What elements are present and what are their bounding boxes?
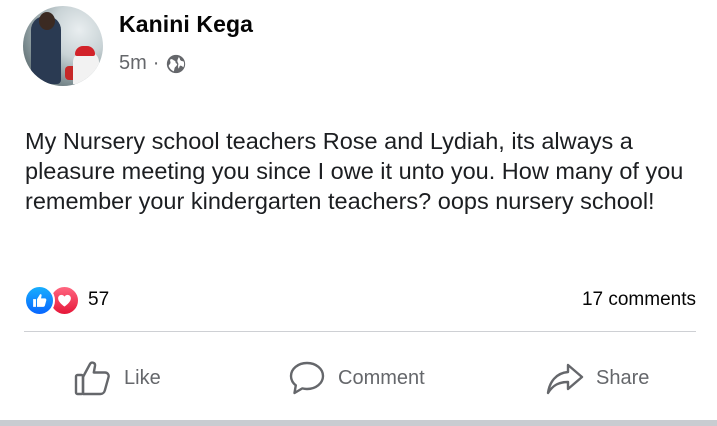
meta-separator: · [152, 52, 160, 74]
reaction-icons [24, 284, 80, 316]
share-arrow-icon [544, 357, 586, 399]
post-meta: 5m · [119, 52, 253, 75]
speech-bubble-icon [286, 357, 328, 399]
like-label: Like [124, 366, 161, 389]
share-label: Share [596, 366, 650, 389]
author-avatar[interactable] [23, 6, 103, 86]
comment-button[interactable]: Comment [286, 352, 425, 404]
divider [24, 331, 696, 332]
avatar-person-head [39, 12, 55, 30]
globe-icon[interactable] [165, 53, 187, 75]
header-text: Kanini Kega 5m · [119, 6, 253, 86]
reaction-count: 57 [88, 289, 110, 310]
feed-separator-bar [0, 420, 717, 426]
post-timestamp[interactable]: 5m [119, 52, 147, 75]
comments-count[interactable]: 17 comments [582, 289, 696, 311]
post-text: My Nursery school teachers Rose and Lydi… [25, 128, 684, 214]
reactions-row: 57 17 comments [24, 284, 696, 316]
avatar-red-cap [75, 46, 95, 56]
thumbs-up-icon [72, 357, 114, 399]
action-bar: Like Comment Share [0, 352, 717, 404]
author-name[interactable]: Kanini Kega [119, 11, 253, 38]
comment-label: Comment [338, 366, 425, 389]
avatar-person-white-shirt [73, 52, 99, 84]
post-header: Kanini Kega 5m · [23, 6, 253, 86]
reaction-summary[interactable]: 57 [24, 284, 110, 316]
share-button[interactable]: Share [544, 352, 649, 404]
like-button[interactable]: Like [72, 352, 161, 404]
like-reaction-icon [24, 284, 55, 316]
